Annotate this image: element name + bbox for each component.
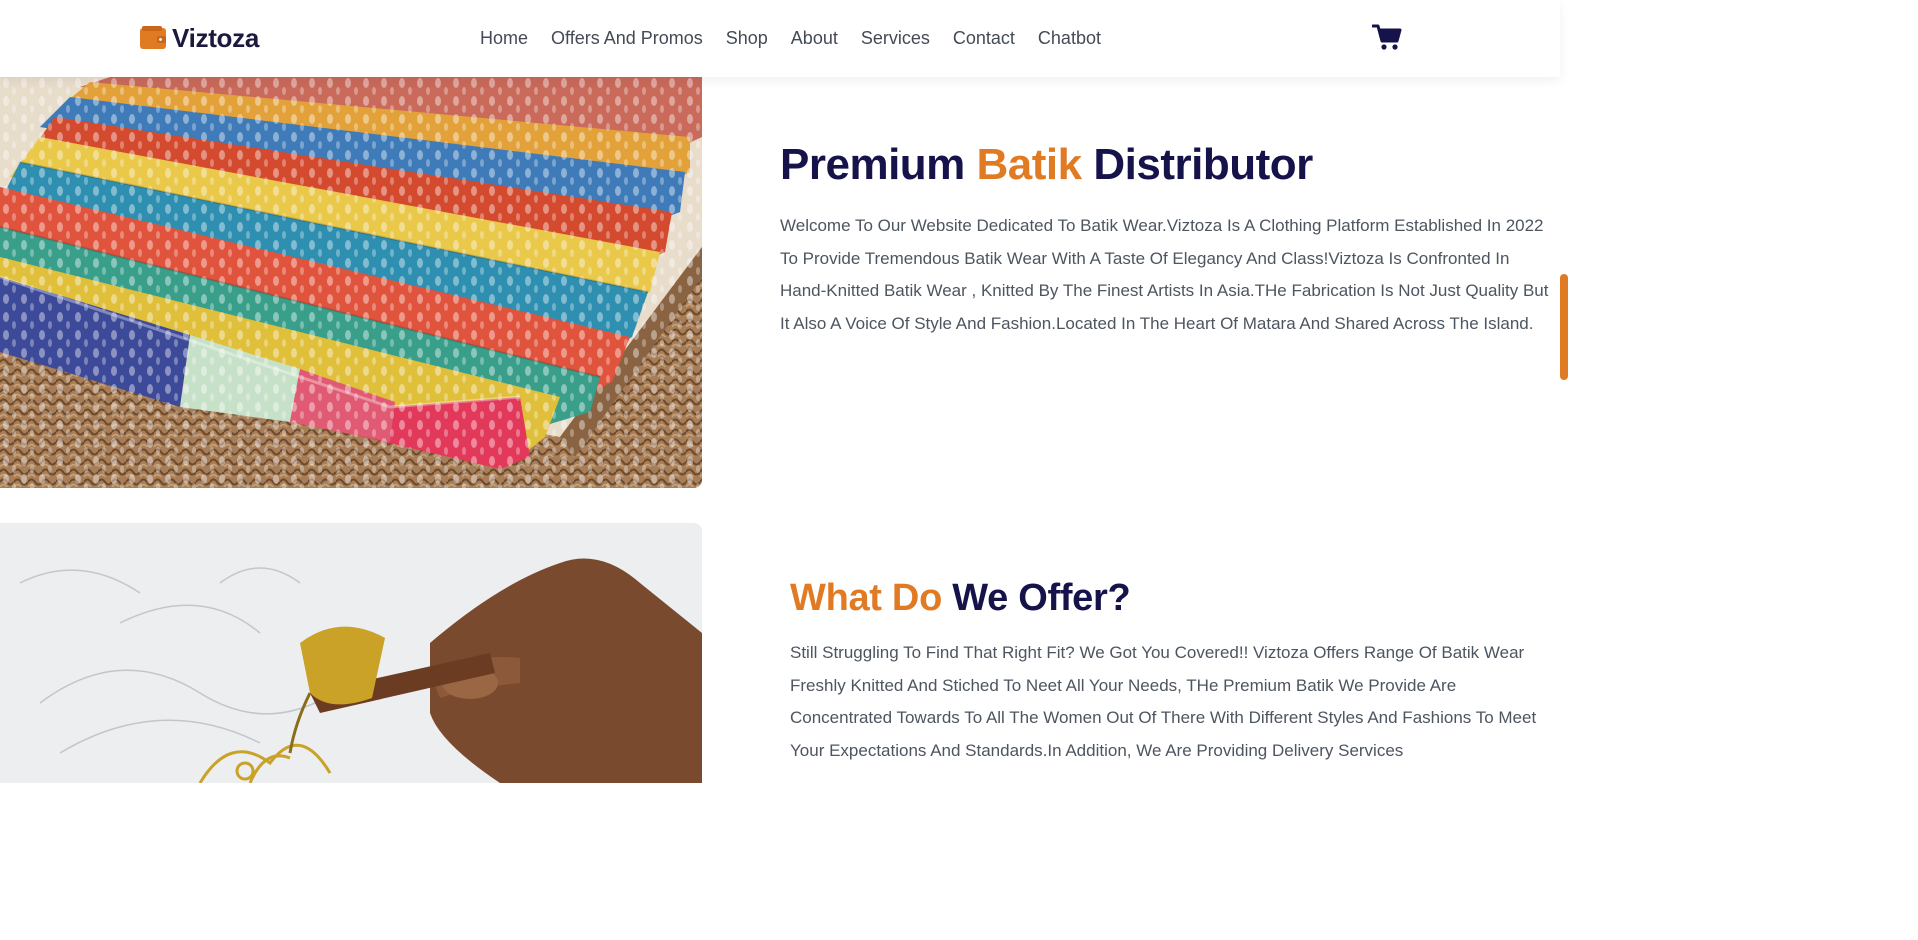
- nav-about[interactable]: About: [791, 26, 838, 50]
- nav-services[interactable]: Services: [861, 26, 930, 50]
- nav-home[interactable]: Home: [480, 26, 528, 50]
- about-title-part1: Premium: [780, 140, 965, 189]
- main-nav: Home Offers And Promos Shop About Servic…: [480, 26, 1124, 50]
- nav-contact[interactable]: Contact: [953, 26, 1015, 50]
- about-section: Premium Batik Distributor Welcome To Our…: [780, 138, 1555, 340]
- offer-title: What Do We Offer?: [790, 574, 1555, 622]
- wallet-icon: [140, 26, 166, 50]
- offer-paragraph: Still Struggling To Find That Right Fit?…: [790, 643, 1537, 760]
- nav-offers-and-promos[interactable]: Offers And Promos: [551, 26, 703, 50]
- about-title-accent: Batik: [976, 140, 1083, 189]
- offer-section: What Do We Offer? Still Struggling To Fi…: [790, 574, 1555, 767]
- scrollbar-thumb[interactable]: [1560, 274, 1568, 380]
- offer-title-rest: We Offer?: [952, 577, 1131, 619]
- offer-title-accent: What Do: [790, 577, 942, 619]
- cart-icon[interactable]: [1371, 23, 1402, 51]
- batik-fabrics-image: [0, 77, 702, 488]
- about-paragraph: Welcome To Our Website Dedicated To Bati…: [780, 216, 1549, 333]
- about-title: Premium Batik Distributor: [780, 138, 1555, 192]
- about-title-part2: Distributor: [1093, 140, 1313, 189]
- batik-artisan-image: [0, 523, 702, 783]
- brand-name: Viztoza: [172, 23, 259, 53]
- site-header: Viztoza Home Offers And Promos Shop Abou…: [0, 0, 1560, 77]
- nav-chatbot[interactable]: Chatbot: [1038, 26, 1101, 50]
- brand-logo[interactable]: Viztoza: [140, 23, 259, 53]
- nav-shop[interactable]: Shop: [726, 26, 768, 50]
